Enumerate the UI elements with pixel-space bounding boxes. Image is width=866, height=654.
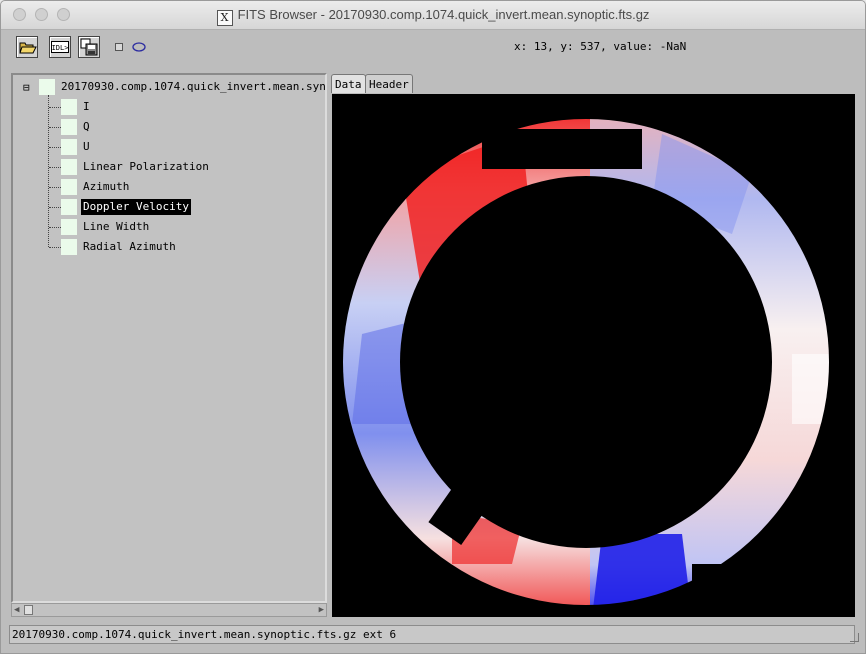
- tree-item[interactable]: Radial Azimuth: [61, 239, 301, 255]
- tree-connector: [49, 227, 61, 228]
- corona-ring: [332, 94, 855, 617]
- window-title: X FITS Browser - 20170930.comp.1074.quick…: [1, 7, 865, 26]
- limb-ellipse-icon[interactable]: [131, 41, 147, 53]
- tree-item[interactable]: Q: [61, 119, 301, 135]
- extension-node-icon: [61, 199, 77, 215]
- tree-item-label: Line Width: [83, 220, 150, 233]
- folder-open-icon: [19, 42, 37, 54]
- title-bar[interactable]: X FITS Browser - 20170930.comp.1074.quick…: [1, 1, 865, 30]
- tree-connector: [49, 107, 61, 108]
- tree-item-label: U: [83, 140, 90, 153]
- tree-item[interactable]: Azimuth: [61, 179, 301, 195]
- resize-grip-icon[interactable]: [850, 633, 859, 642]
- overlay-toggle-checkbox[interactable]: [115, 43, 123, 51]
- tree-item-label: Linear Polarization: [83, 160, 209, 173]
- tree-item-label: Q: [83, 120, 90, 133]
- tree-root-label: 20170930.comp.1074.quick_invert.mean.syn…: [61, 80, 326, 93]
- tab-data[interactable]: Data: [331, 74, 366, 93]
- tree-item-label: I: [83, 100, 90, 113]
- scroll-right-arrow-icon[interactable]: ▶: [319, 605, 324, 615]
- tree-item[interactable]: U: [61, 139, 301, 155]
- window-title-text: FITS Browser - 20170930.comp.1074.quick_…: [237, 7, 650, 22]
- doppler-velocity-image[interactable]: [332, 94, 855, 617]
- extension-node-icon: [61, 159, 77, 175]
- extension-tree-panel[interactable]: ⊟ 20170930.comp.1074.quick_invert.mean.s…: [11, 73, 327, 603]
- tree-item[interactable]: Doppler Velocity: [61, 199, 301, 215]
- tree-item-label: Azimuth: [83, 180, 130, 193]
- file-node-icon: [39, 79, 55, 95]
- extension-node-icon: [61, 99, 77, 115]
- tree-horizontal-scrollbar[interactable]: ◀ ▶: [11, 603, 327, 617]
- scroll-left-arrow-icon[interactable]: ◀: [14, 605, 19, 615]
- extension-node-icon: [61, 219, 77, 235]
- tree-item[interactable]: I: [61, 99, 301, 115]
- scroll-thumb[interactable]: [24, 605, 33, 615]
- tree-root-node[interactable]: 20170930.comp.1074.quick_invert.mean.syn…: [39, 79, 326, 95]
- tree-connector: [49, 147, 61, 148]
- svg-text:IDL>: IDL>: [52, 44, 69, 52]
- tree-connector: [49, 127, 61, 128]
- save-export-button[interactable]: [78, 36, 100, 58]
- idl-export-button[interactable]: IDL>: [49, 36, 71, 58]
- tree-item[interactable]: Linear Polarization: [61, 159, 301, 175]
- tree-connector: [48, 95, 49, 247]
- extension-node-icon: [61, 179, 77, 195]
- open-file-button[interactable]: [16, 36, 38, 58]
- tree-connector: [49, 167, 61, 168]
- save-export-icon: [80, 38, 98, 56]
- tree-connector: [49, 247, 61, 248]
- image-canvas[interactable]: [332, 94, 855, 617]
- tree-item-label: Doppler Velocity: [81, 199, 191, 215]
- tree-item[interactable]: Line Width: [61, 219, 301, 235]
- tree-connector: [49, 187, 61, 188]
- fits-browser-window: X FITS Browser - 20170930.comp.1074.quick…: [0, 0, 866, 654]
- extension-node-icon: [61, 119, 77, 135]
- collapse-toggle-icon[interactable]: ⊟: [23, 82, 32, 93]
- x11-app-icon: X: [216, 10, 233, 26]
- tree-connector: [49, 207, 61, 208]
- tab-header[interactable]: Header: [365, 74, 413, 93]
- extension-node-icon: [61, 239, 77, 255]
- status-bar: 20170930.comp.1074.quick_invert.mean.syn…: [9, 625, 855, 644]
- extension-node-icon: [61, 139, 77, 155]
- cursor-coordinates-readout: x: 13, y: 537, value: -NaN: [514, 40, 687, 53]
- idl-prompt-icon: IDL>: [51, 41, 69, 53]
- tree-item-label: Radial Azimuth: [83, 240, 176, 253]
